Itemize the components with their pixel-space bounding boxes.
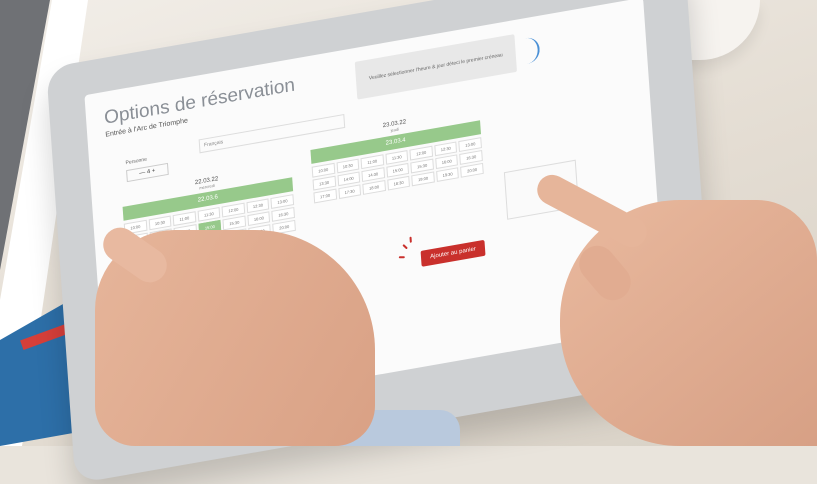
curved-arrow-icon: [522, 35, 541, 65]
time-slot[interactable]: 17:00: [313, 188, 337, 204]
time-slot[interactable]: 20:00: [460, 162, 484, 178]
persons-stepper[interactable]: — 4 +: [126, 162, 169, 183]
time-slot[interactable]: 19:00: [411, 171, 435, 187]
spark-icon: [409, 236, 412, 243]
day-bar-text: 22.03.6: [197, 194, 219, 204]
page-title: Options de réservation: [103, 74, 296, 129]
hint-box: Veuillez sélectionner l'heure & jour dét…: [354, 34, 517, 100]
time-slot[interactable]: 18:00: [362, 180, 386, 195]
time-slot[interactable]: 18:30: [386, 175, 411, 191]
time-slot[interactable]: 17:30: [337, 184, 362, 200]
day-bar-text: 23.03.4: [385, 137, 406, 147]
add-to-cart-button[interactable]: Ajouter au panier: [420, 239, 486, 267]
right-hand: [560, 200, 817, 446]
spark-icon: [402, 243, 408, 250]
persons-label: Personne: [125, 156, 148, 167]
time-slot[interactable]: 19:30: [435, 167, 460, 182]
spark-icon: [398, 256, 405, 259]
